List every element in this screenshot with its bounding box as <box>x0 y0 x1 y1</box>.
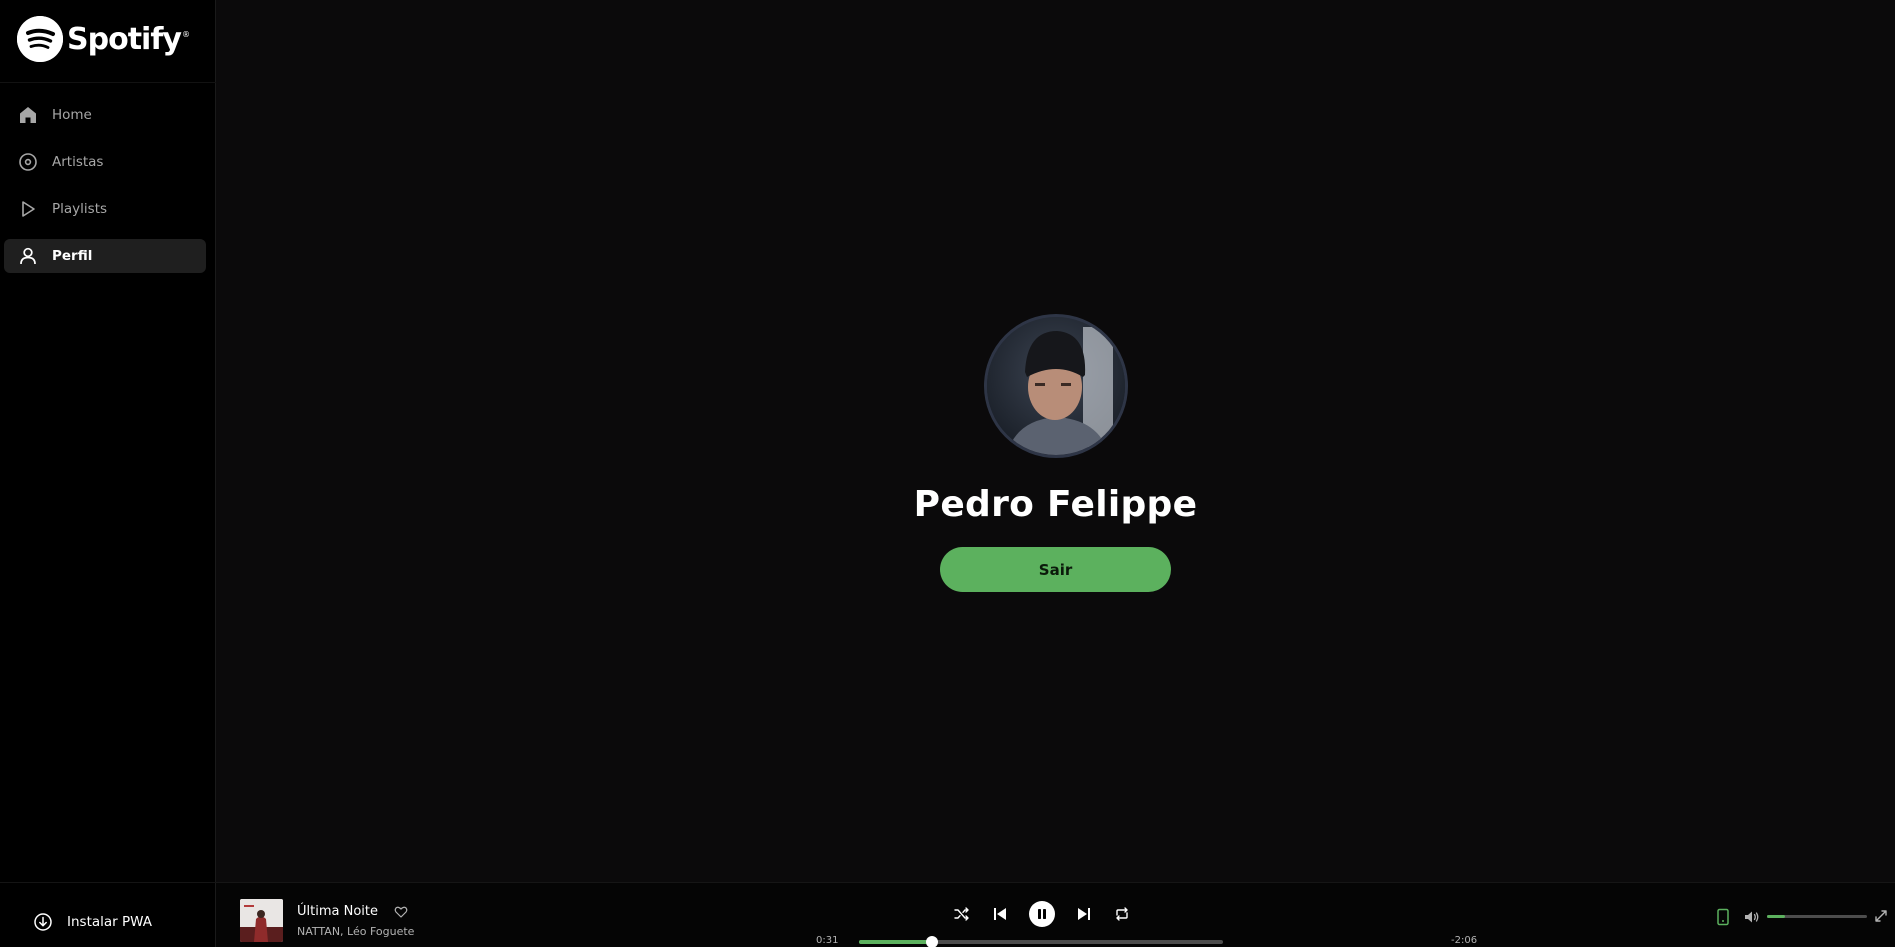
track-title-row: Última Noite <box>297 904 414 919</box>
sidebar-item-perfil[interactable]: Perfil <box>4 239 206 273</box>
now-playing: Última Noite NATTAN, Léo Foguete <box>240 899 414 942</box>
time-elapsed: 0:31 <box>816 935 839 946</box>
repeat-icon[interactable] <box>1113 905 1131 923</box>
trademark-mark: ® <box>181 30 190 39</box>
install-pwa-button[interactable]: Instalar PWA <box>33 912 152 932</box>
play-icon <box>18 199 38 219</box>
install-pwa-label: Instalar PWA <box>67 914 152 930</box>
track-artists[interactable]: NATTAN, Léo Foguete <box>297 925 414 938</box>
device-icon[interactable] <box>1716 908 1730 930</box>
disc-icon <box>18 152 38 172</box>
profile-name: Pedro Felippe <box>913 484 1198 525</box>
download-icon <box>33 912 53 932</box>
fullscreen-icon[interactable] <box>1873 908 1889 928</box>
volume-fill <box>1767 915 1785 918</box>
sidebar-item-label: Perfil <box>52 248 93 264</box>
track-title[interactable]: Última Noite <box>297 904 378 919</box>
sidebar-item-home[interactable]: Home <box>4 98 206 132</box>
volume-icon[interactable] <box>1743 908 1761 930</box>
sidebar-item-label: Artistas <box>52 154 104 170</box>
sidebar-item-label: Playlists <box>52 201 108 217</box>
main-content: Pedro Felippe Sair <box>216 0 1895 882</box>
extra-controls <box>1655 908 1895 926</box>
progress-slider[interactable] <box>859 936 1223 947</box>
shuffle-icon[interactable] <box>953 905 971 923</box>
app-root: Spotify ® Home Artistas Playlists Perfil… <box>0 0 1895 947</box>
pause-button[interactable] <box>1029 901 1055 927</box>
pause-icon <box>1038 909 1046 919</box>
volume-slider[interactable] <box>1767 915 1867 918</box>
album-art[interactable] <box>240 899 283 942</box>
user-icon <box>18 246 38 266</box>
sidebar-bottom-divider <box>0 882 216 883</box>
time-remaining: -2:06 <box>1451 935 1478 946</box>
progress-knob[interactable] <box>925 936 938 947</box>
logout-button[interactable]: Sair <box>940 547 1171 592</box>
logo-text: Spotify <box>67 21 182 57</box>
heart-icon[interactable] <box>394 905 408 919</box>
playback-controls <box>953 901 1131 927</box>
spotify-logo-icon <box>17 16 63 62</box>
progress-row: 0:31 -2:06 <box>816 935 1496 947</box>
next-icon[interactable] <box>1075 905 1093 923</box>
sidebar-item-label: Home <box>52 107 92 123</box>
profile-section: Pedro Felippe Sair <box>216 314 1895 592</box>
sidebar-item-playlists[interactable]: Playlists <box>4 192 206 226</box>
player-bar: Última Noite NATTAN, Léo Foguete 0:31 -2… <box>216 882 1895 947</box>
progress-fill <box>859 940 932 944</box>
track-info: Última Noite NATTAN, Léo Foguete <box>297 904 414 938</box>
previous-icon[interactable] <box>991 905 1009 923</box>
home-icon <box>18 105 38 125</box>
sidebar-nav: Home Artistas Playlists Perfil <box>4 98 206 286</box>
spotify-logo[interactable]: Spotify ® <box>17 16 190 62</box>
sidebar: Spotify ® Home Artistas Playlists Perfil… <box>0 0 216 947</box>
sidebar-divider <box>0 82 216 83</box>
avatar <box>983 314 1128 458</box>
sidebar-item-artistas[interactable]: Artistas <box>4 145 206 179</box>
